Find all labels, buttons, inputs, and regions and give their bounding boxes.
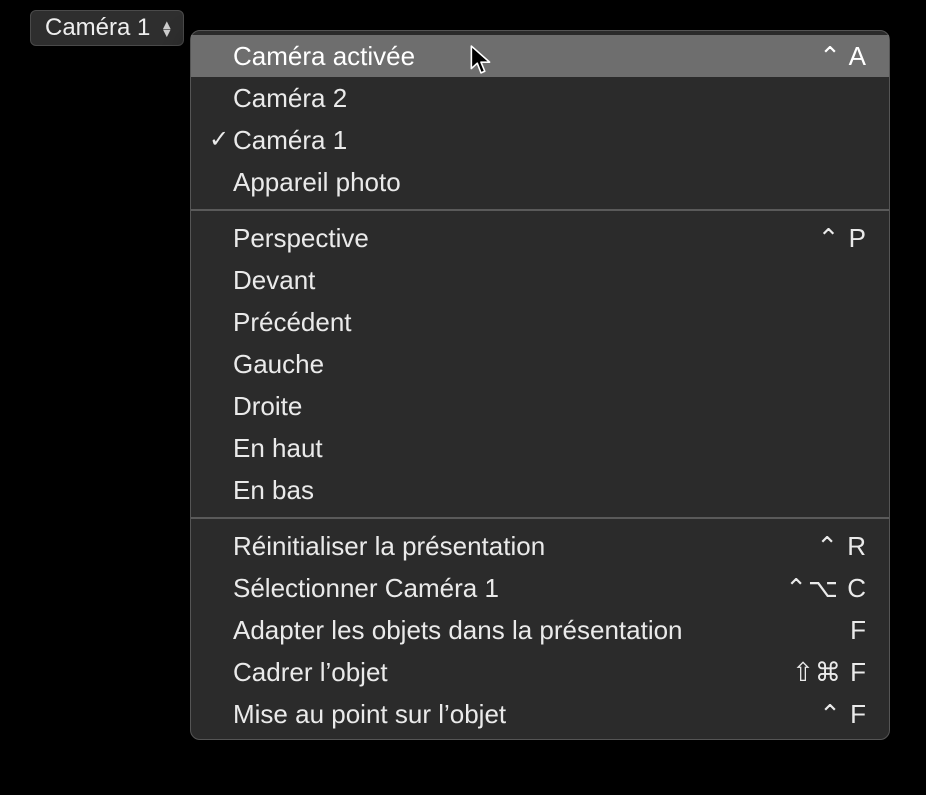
menu-item-shortcut: F — [850, 612, 867, 648]
menu-item-shortcut: ⌃ P — [818, 220, 867, 256]
camera-menu[interactable]: Caméra activée⌃ ACaméra 2✓Caméra 1Appare… — [190, 30, 890, 740]
menu-item-shortcut: ⌃⌥ C — [785, 570, 867, 606]
menu-item-label: En haut — [233, 430, 867, 466]
menu-item-label: Devant — [233, 262, 867, 298]
menu-item-label: Sélectionner Caméra 1 — [233, 570, 785, 606]
menu-item-view-back[interactable]: Précédent — [191, 301, 889, 343]
menu-separator — [191, 517, 889, 519]
menu-item-select-camera[interactable]: Sélectionner Caméra 1⌃⌥ C — [191, 567, 889, 609]
camera-dropdown-label: Caméra 1 — [45, 16, 150, 40]
menu-item-label: Perspective — [233, 220, 818, 256]
menu-item-view-left[interactable]: Gauche — [191, 343, 889, 385]
chevron-up-down-icon: ▲▼ — [160, 21, 173, 35]
menu-item-label: En bas — [233, 472, 867, 508]
menu-item-shortcut: ⌃ R — [816, 528, 867, 564]
menu-item-frame-object[interactable]: Cadrer l’objet⇧⌘ F — [191, 651, 889, 693]
menu-item-view-bottom[interactable]: En bas — [191, 469, 889, 511]
menu-item-label: Appareil photo — [233, 164, 867, 200]
camera-dropdown-button[interactable]: Caméra 1 ▲▼ — [30, 10, 184, 46]
menu-item-camera-1[interactable]: ✓Caméra 1 — [191, 119, 889, 161]
menu-item-label: Cadrer l’objet — [233, 654, 792, 690]
menu-item-label: Précédent — [233, 304, 867, 340]
menu-item-shortcut: ⌃ A — [819, 38, 867, 74]
menu-item-camera-appareil[interactable]: Appareil photo — [191, 161, 889, 203]
menu-item-label: Caméra activée — [233, 38, 819, 74]
menu-item-shortcut: ⇧⌘ F — [792, 654, 867, 690]
menu-item-focus-object[interactable]: Mise au point sur l’objet⌃ F — [191, 693, 889, 735]
menu-item-label: Gauche — [233, 346, 867, 382]
menu-item-fit-objects[interactable]: Adapter les objets dans la présentationF — [191, 609, 889, 651]
menu-item-view-front[interactable]: Devant — [191, 259, 889, 301]
menu-item-view-right[interactable]: Droite — [191, 385, 889, 427]
checkmark-icon: ✓ — [205, 122, 233, 158]
menu-item-label: Droite — [233, 388, 867, 424]
menu-item-label: Mise au point sur l’objet — [233, 696, 819, 732]
menu-item-label: Réinitialiser la présentation — [233, 528, 816, 564]
menu-item-label: Caméra 2 — [233, 80, 867, 116]
menu-item-view-top[interactable]: En haut — [191, 427, 889, 469]
menu-item-reset-view[interactable]: Réinitialiser la présentation⌃ R — [191, 525, 889, 567]
menu-item-camera-2[interactable]: Caméra 2 — [191, 77, 889, 119]
menu-item-label: Caméra 1 — [233, 122, 867, 158]
menu-item-view-perspective[interactable]: Perspective⌃ P — [191, 217, 889, 259]
menu-separator — [191, 209, 889, 211]
menu-item-camera-active[interactable]: Caméra activée⌃ A — [191, 35, 889, 77]
menu-item-shortcut: ⌃ F — [819, 696, 867, 732]
menu-item-label: Adapter les objets dans la présentation — [233, 612, 850, 648]
